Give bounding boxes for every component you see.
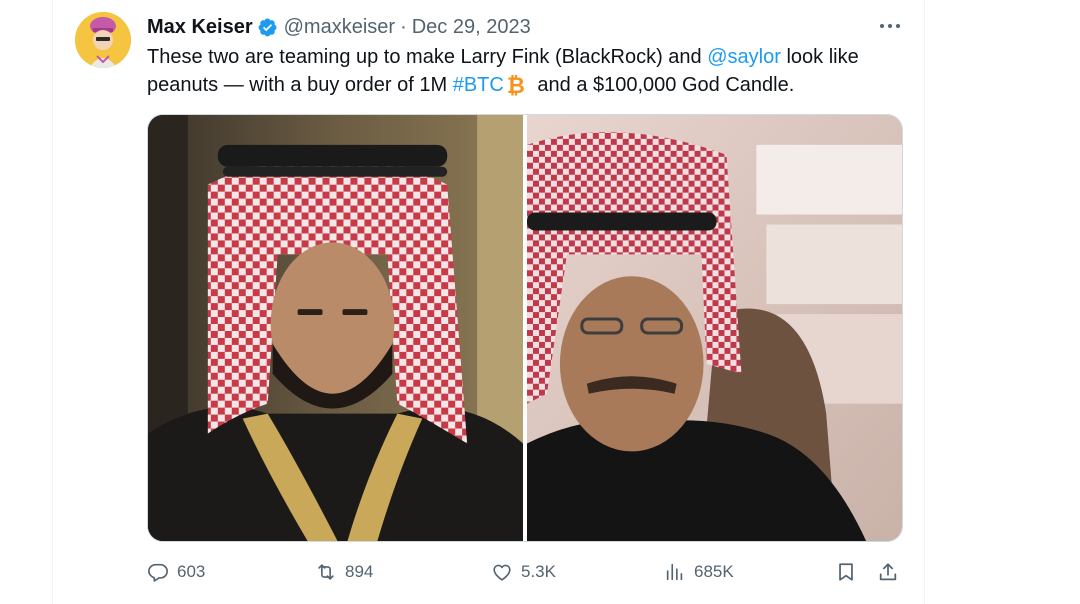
author-avatar[interactable] — [75, 12, 131, 68]
retweet-icon — [318, 564, 334, 580]
views-icon — [666, 563, 683, 581]
author-handle[interactable]: @maxkeiser — [284, 16, 395, 39]
card-border-right — [924, 0, 925, 604]
more-options-icon[interactable] — [878, 16, 902, 36]
author-name[interactable]: Max Keiser — [147, 16, 253, 39]
tweet-media[interactable] — [147, 114, 903, 542]
more-dot — [880, 24, 884, 28]
views-button[interactable]: 685K — [664, 556, 734, 588]
views-count: 685K — [694, 562, 734, 581]
bookmark-icon — [839, 563, 853, 581]
share-icon — [879, 563, 897, 581]
like-count: 5.3K — [521, 562, 556, 581]
like-button[interactable]: 5.3K — [491, 556, 556, 588]
action-bar: 603 894 5.3K 685K — [147, 556, 907, 588]
reply-count: 603 — [177, 562, 206, 581]
bookmark-button[interactable] — [835, 556, 857, 588]
bitcoin-icon: ₿ — [506, 73, 525, 98]
verified-badge-icon — [257, 17, 278, 38]
meta-separator: · — [400, 15, 407, 38]
like-icon — [493, 564, 511, 581]
retweet-count: 894 — [345, 562, 374, 581]
more-dot — [888, 24, 892, 28]
tweet-date[interactable]: Dec 29, 2023 — [412, 16, 531, 39]
tweet-text-part3: and a $100,000 God Candle. — [531, 74, 795, 96]
tweet-text: These two are teaming up to make Larry F… — [147, 43, 907, 99]
card-border-left — [52, 0, 53, 604]
reply-icon — [148, 563, 168, 582]
more-dot — [896, 24, 900, 28]
media-photo-2[interactable] — [527, 115, 902, 541]
media-photo-1[interactable] — [148, 115, 523, 541]
mention-link[interactable]: @saylor — [707, 46, 781, 68]
retweet-button[interactable]: 894 — [315, 556, 373, 588]
hashtag-link[interactable]: #BTC — [453, 74, 504, 96]
reply-button[interactable]: 603 — [147, 556, 205, 588]
share-button[interactable] — [877, 556, 899, 588]
tweet-header: Max Keiser @maxkeiser · Dec 29, 2023 — [147, 13, 531, 41]
tweet-text-part1: These two are teaming up to make Larry F… — [147, 46, 708, 68]
